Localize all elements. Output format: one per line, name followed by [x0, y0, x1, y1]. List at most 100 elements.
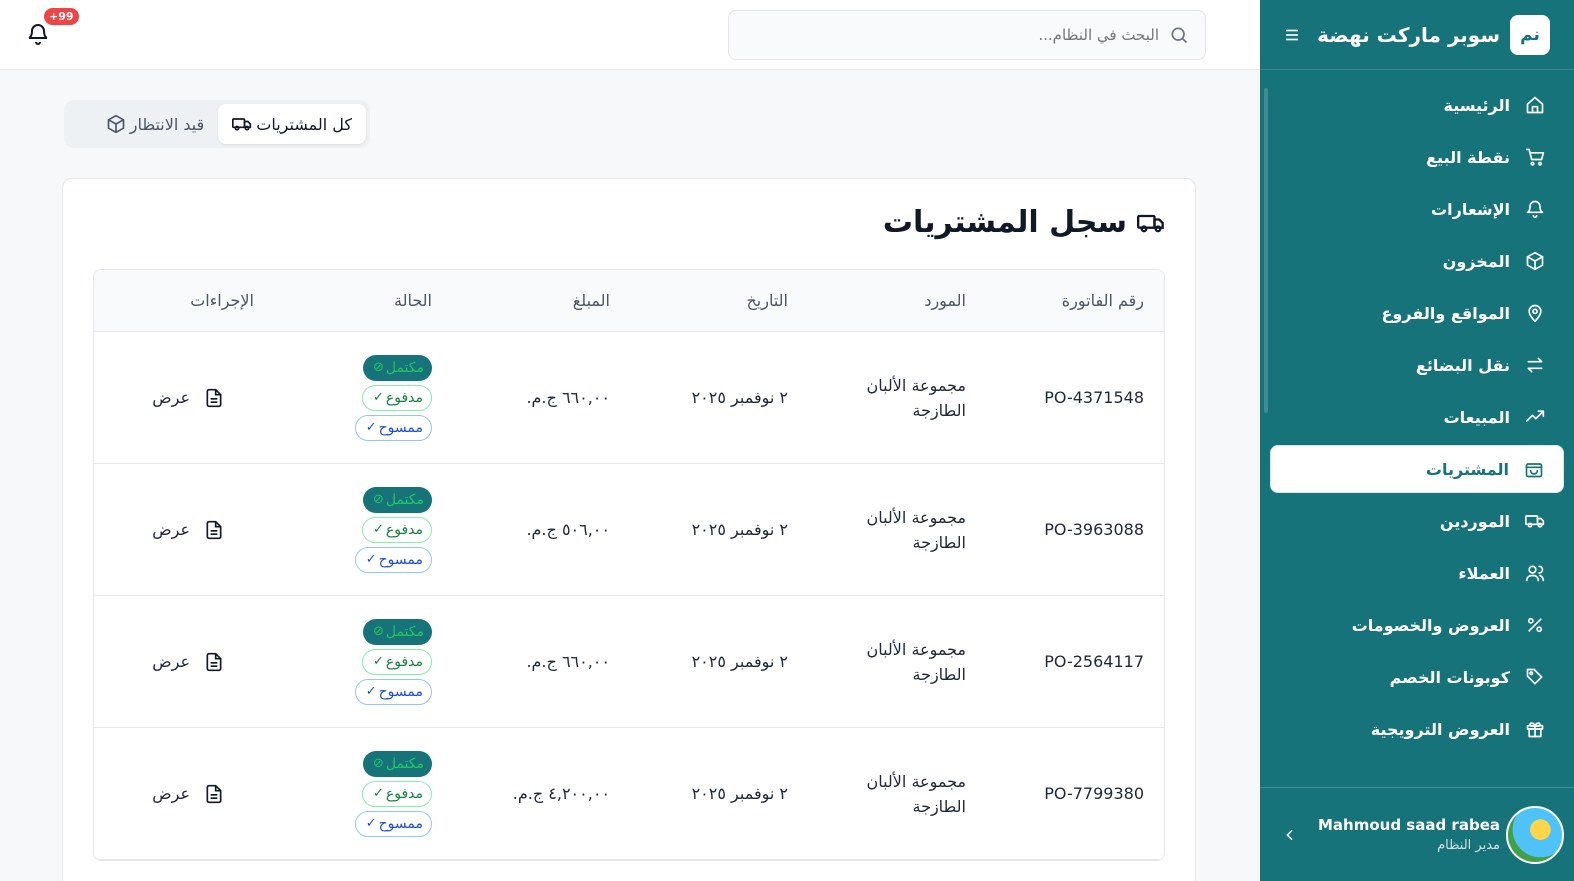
user-name: Mahmoud saad rabea — [1318, 816, 1500, 834]
sidebar-item[interactable]: المشتريات — [1270, 445, 1564, 493]
sidebar-item[interactable]: العملاء — [1270, 549, 1564, 597]
map-pin-icon — [1524, 302, 1546, 324]
sidebar-item[interactable]: الإشعارات — [1270, 185, 1564, 233]
sidebar-item[interactable]: نقطة البيع — [1270, 133, 1564, 181]
sidebar-item[interactable]: كوبونات الخصم — [1270, 653, 1564, 701]
bell-icon — [1524, 198, 1546, 220]
search-box[interactable] — [728, 10, 1206, 60]
transfer-icon — [1524, 354, 1546, 376]
status-badge-paid: مدفوع ✓ — [361, 648, 432, 675]
user-role: مدير النظام — [1437, 838, 1500, 853]
status-cell: مكتمل ⊘ مدفوع ✓ ممسوح ✓ — [274, 354, 452, 441]
check-icon: ✓ — [365, 684, 377, 699]
tab-label: قيد الانتظار — [129, 114, 205, 134]
tag-icon — [1524, 666, 1546, 688]
sidebar-item[interactable]: العروض الترويجية — [1270, 705, 1564, 753]
search-input[interactable] — [759, 26, 1159, 44]
status-label: مكتمل — [385, 359, 424, 376]
view-label: عرض — [152, 652, 190, 671]
status-badge-complete: مكتمل ⊘ — [362, 486, 432, 513]
sidebar-item-label: العملاء — [1458, 563, 1510, 583]
status-badge-scanned: ممسوح ✓ — [354, 546, 432, 573]
view-label: عرض — [152, 388, 190, 407]
table-header: رقم الفاتورة المورد التاريخ المبلغ الحال… — [94, 270, 1164, 332]
actions-cell: عرض — [94, 387, 274, 409]
status-badge-scanned: ممسوح ✓ — [354, 678, 432, 705]
supplier-name: مجموعة الألبان الطازجة — [866, 771, 966, 816]
sidebar-item[interactable]: المخزون — [1270, 237, 1564, 285]
sidebar-scrollbar[interactable] — [1264, 88, 1268, 413]
check-icon: ✓ — [365, 420, 377, 435]
truck-icon — [1524, 510, 1546, 532]
status-badge-complete: مكتمل ⊘ — [362, 354, 432, 381]
view-button[interactable]: عرض — [114, 651, 254, 673]
status-label: مدفوع — [385, 785, 423, 802]
view-button[interactable]: عرض — [114, 387, 254, 409]
sidebar-item[interactable]: المواقع والفروع — [1270, 289, 1564, 337]
app-title: سوبر ماركت نهضة — [1317, 22, 1500, 47]
actions-cell: عرض — [94, 519, 274, 541]
check-icon: ✓ — [365, 552, 377, 567]
check-icon: ✓ — [365, 816, 377, 831]
column-header: التاريخ — [746, 291, 788, 310]
sidebar-item[interactable]: الرئيسية — [1270, 81, 1564, 129]
check-circle-icon: ⊘ — [372, 756, 384, 771]
document-icon — [206, 784, 222, 803]
notification-badge: +99 — [42, 6, 81, 27]
sidebar-item-label: العروض الترويجية — [1370, 719, 1510, 739]
sidebar-item-label: نقل البضائع — [1415, 355, 1510, 375]
sidebar-item-label: المواقع والفروع — [1381, 303, 1511, 323]
document-icon — [206, 388, 222, 407]
sidebar-item-label: الرئيسية — [1443, 95, 1511, 115]
sidebar-item[interactable]: الموردين — [1270, 497, 1564, 545]
check-icon: ✓ — [372, 522, 384, 537]
actions-cell: عرض — [94, 651, 274, 673]
status-label: مكتمل — [385, 491, 424, 508]
status-label: ممسوح — [378, 419, 423, 436]
view-button[interactable]: عرض — [114, 519, 254, 541]
status-label: مدفوع — [385, 521, 423, 538]
status-cell: مكتمل ⊘ مدفوع ✓ ممسوح ✓ — [274, 618, 452, 705]
purchase-amount: ٤,٢٠٠,٠٠ ج.م. — [512, 784, 610, 803]
sidebar-header: نم سوبر ماركت نهضة — [1260, 0, 1574, 70]
gift-icon — [1524, 718, 1546, 740]
status-badge-paid: مدفوع ✓ — [361, 384, 432, 411]
menu-icon[interactable] — [1280, 23, 1304, 47]
sidebar: نم سوبر ماركت نهضة الرئيسية نقطة البيع الإ… — [1260, 0, 1574, 881]
status-label: مكتمل — [385, 623, 424, 640]
chevron-left-icon[interactable] — [1280, 825, 1300, 845]
sidebar-item[interactable]: العروض والخصومات — [1270, 601, 1564, 649]
home-icon — [1524, 94, 1546, 116]
shopping-bag-icon — [1523, 458, 1545, 480]
sidebar-item-label: المشتريات — [1425, 459, 1509, 479]
column-header: الإجراءات — [190, 291, 254, 310]
view-button[interactable]: عرض — [114, 783, 254, 805]
purchase-amount: ٦٦٠,٠٠ ج.م. — [526, 652, 610, 671]
trending-up-icon — [1524, 406, 1546, 428]
tab-all-purchases[interactable]: كل المشتريات — [218, 104, 366, 144]
status-badge-complete: مكتمل ⊘ — [362, 618, 432, 645]
table-row: PO-3963088 مجموعة الألبان الطازجة ٢ نوفمبر… — [94, 464, 1164, 596]
search-icon — [1171, 27, 1188, 44]
check-circle-icon: ⊘ — [372, 360, 384, 375]
invoice-number: PO-3963088 — [1044, 520, 1144, 539]
purchases-table: رقم الفاتورة المورد التاريخ المبلغ الحال… — [93, 269, 1165, 861]
table-row: PO-7799380 مجموعة الألبان الطازجة ٢ نوفمبر… — [94, 728, 1164, 860]
supplier-name: مجموعة الألبان الطازجة — [866, 375, 966, 420]
status-badge-paid: مدفوع ✓ — [361, 780, 432, 807]
purchase-date: ٢ نوفمبر ٢٠٢٥ — [691, 520, 788, 539]
check-icon: ✓ — [372, 390, 384, 405]
sidebar-item-label: المبيعات — [1443, 407, 1510, 427]
user-profile[interactable]: Mahmoud saad rabea مدير النظام — [1260, 787, 1574, 881]
users-icon — [1524, 562, 1546, 584]
document-icon — [206, 652, 222, 671]
invoice-number: PO-7799380 — [1044, 784, 1144, 803]
status-label: ممسوح — [378, 815, 423, 832]
document-icon — [206, 520, 222, 539]
tab-pending[interactable]: قيد الانتظار — [92, 104, 219, 144]
sidebar-item[interactable]: نقل البضائع — [1270, 341, 1564, 389]
column-header: المبلغ — [572, 291, 610, 310]
status-label: مدفوع — [385, 653, 423, 670]
sidebar-item[interactable]: المبيعات — [1270, 393, 1564, 441]
status-label: ممسوح — [378, 683, 423, 700]
